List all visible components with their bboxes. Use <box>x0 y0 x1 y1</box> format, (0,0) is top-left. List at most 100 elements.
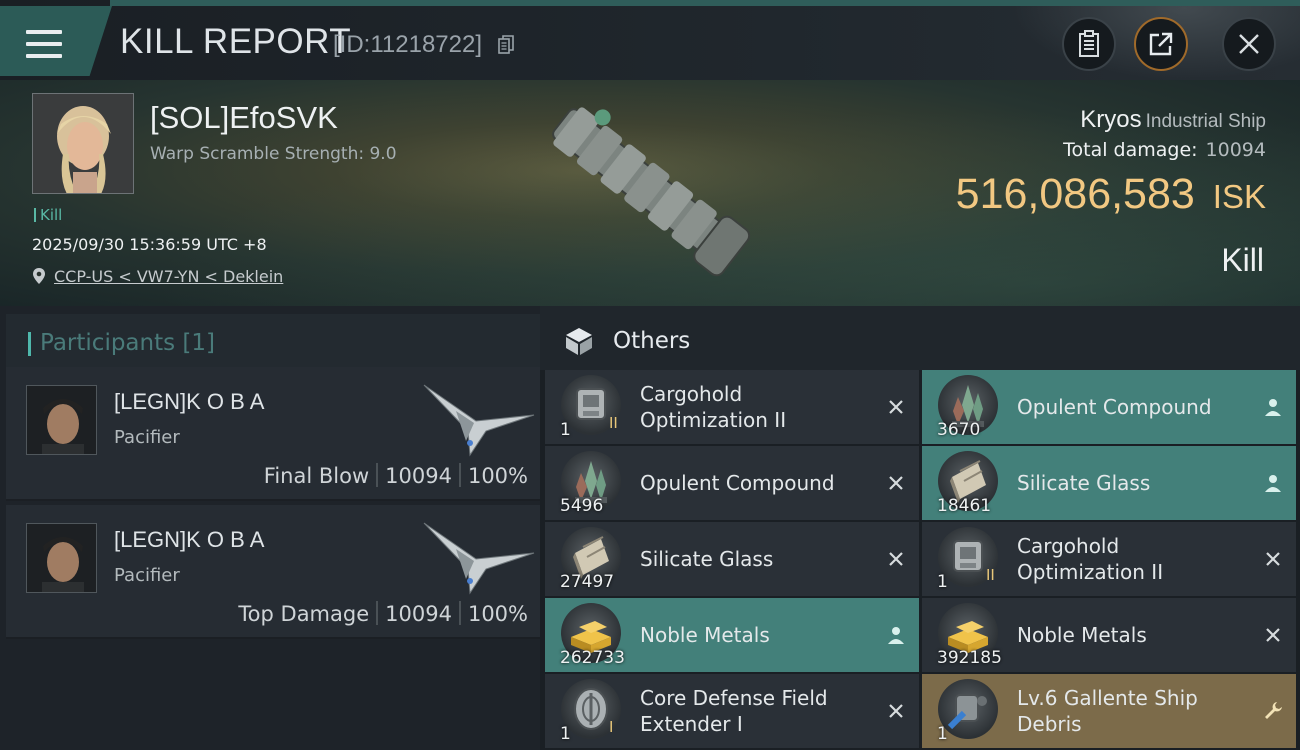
ship-name: Kryos <box>1080 106 1142 133</box>
item-meta-level: II <box>609 414 618 432</box>
participant-row[interactable]: [LEGN]K O B A Pacifier Final Blow 10094 10… <box>6 367 540 501</box>
participant-ship: Pacifier <box>114 565 180 586</box>
cube-icon <box>566 328 592 355</box>
kill-summary-banner: [SOL]EfoSVK Warp Scramble Strength: 9.0 … <box>0 80 1300 306</box>
participants-header[interactable]: Participants [1] <box>6 314 540 372</box>
close-icon <box>1239 34 1259 54</box>
report-id: [ID:11218722] <box>333 31 483 58</box>
destroyed-x-icon <box>885 472 907 494</box>
victim-name[interactable]: [SOL]EfoSVK <box>150 100 338 136</box>
total-damage-value: 10094 <box>1205 139 1266 161</box>
item-name: Opulent Compound <box>1017 395 1212 419</box>
location-pin-icon <box>33 268 45 284</box>
destroyed-x-icon <box>885 396 907 418</box>
close-button[interactable] <box>1222 17 1276 71</box>
participant-stats: Final Blow 10094 100% <box>264 463 528 488</box>
item-quantity: 27497 <box>560 572 615 592</box>
item-meta-level: II <box>986 566 995 584</box>
item-name: Lv.6 Gallente Ship Debris <box>1017 686 1198 736</box>
participant-row[interactable]: [LEGN]K O B A Pacifier Top Damage 10094 10… <box>6 505 540 639</box>
loot-item[interactable]: 1 II Cargohold Optimization II <box>922 522 1296 596</box>
loot-item[interactable]: 1 II Cargohold Optimization II <box>545 370 919 444</box>
clipboard-button[interactable] <box>1062 17 1116 71</box>
page-title: KILL REPORT <box>120 22 352 61</box>
person-icon <box>885 624 907 646</box>
participant-role: Final Blow <box>263 464 370 488</box>
hamburger-icon <box>26 30 62 58</box>
isk-amount: 516,086,583 <box>955 170 1195 218</box>
item-quantity: 262733 <box>560 648 625 668</box>
others-panel: Others 1 II Cargohold Optimization II 3670 O… <box>540 306 1300 750</box>
participant-name[interactable]: [LEGN]K O B A <box>114 527 264 553</box>
kill-datetime: 2025/09/30 15:36:59 UTC +8 <box>32 235 267 254</box>
pacifier-ship-icon <box>423 522 535 595</box>
kill-result: Kill <box>1221 242 1264 278</box>
person-icon <box>1262 396 1284 418</box>
others-label: Others <box>613 328 691 354</box>
participant-damage: 10094 <box>385 602 452 626</box>
participant-stats: Top Damage 10094 100% <box>238 601 528 626</box>
kill-tag: Kill <box>34 206 62 224</box>
loot-item[interactable]: 3670 Opulent Compound <box>922 370 1296 444</box>
item-quantity: 18461 <box>937 496 992 516</box>
destroyed-x-icon <box>1262 624 1284 646</box>
loot-item[interactable]: 262733 Noble Metals <box>545 598 919 672</box>
participant-name[interactable]: [LEGN]K O B A <box>114 389 264 415</box>
victim-ship-render <box>552 107 751 277</box>
item-quantity: 392185 <box>937 648 1002 668</box>
copy-icon[interactable] <box>498 35 514 55</box>
person-icon <box>1262 472 1284 494</box>
kill-location-link[interactable]: CCP-US < VW7-YN < Deklein <box>54 267 283 286</box>
item-quantity: 1 <box>937 724 948 744</box>
share-icon <box>1149 32 1173 56</box>
item-name: Cargohold Optimization II <box>640 382 787 432</box>
victim-avatar <box>33 94 133 193</box>
destroyed-x-icon <box>885 700 907 722</box>
loot-item[interactable]: 18461 Silicate Glass <box>922 446 1296 520</box>
loot-item[interactable]: 392185 Noble Metals <box>922 598 1296 672</box>
loot-item[interactable]: 5496 Opulent Compound <box>545 446 919 520</box>
item-quantity: 5496 <box>560 496 604 516</box>
destroyed-x-icon <box>885 548 907 570</box>
item-name: Cargohold Optimization II <box>1017 534 1164 584</box>
item-meta-level: I <box>609 718 614 736</box>
participant-role: Top Damage <box>238 602 370 626</box>
participants-panel: Participants [1] [LEGN]K O B A Pacifier … <box>0 306 540 750</box>
item-name: Opulent Compound <box>640 471 835 495</box>
participant-damage: 10094 <box>385 464 452 488</box>
victim-ship[interactable]: Kryos Industrial Ship <box>1080 106 1266 134</box>
item-quantity: 3670 <box>937 420 981 440</box>
wrench-icon <box>1262 700 1284 722</box>
others-header: Others <box>540 306 1300 370</box>
header-accent-line <box>110 0 1300 6</box>
item-name: Noble Metals <box>1017 623 1147 647</box>
participant-avatar <box>26 523 97 593</box>
participants-label: Participants [1] <box>40 330 215 356</box>
menu-button[interactable] <box>0 6 112 76</box>
item-name: Silicate Glass <box>1017 471 1151 495</box>
isk-unit: ISK <box>1212 178 1266 215</box>
item-quantity: 1 <box>560 420 571 440</box>
loot-item[interactable]: 1 I Core Defense Field Extender I <box>545 674 919 748</box>
isk-value: 516,086,583 ISK <box>956 170 1266 219</box>
warp-scramble-strength: Warp Scramble Strength: 9.0 <box>150 144 397 164</box>
ship-class: Industrial Ship <box>1145 111 1266 132</box>
kill-report-screen: KILL REPORT [ID:11218722] [SOL]EfoSVK Wa… <box>0 0 1300 750</box>
loot-item[interactable]: 27497 Silicate Glass <box>545 522 919 596</box>
clipboard-icon <box>1079 30 1099 57</box>
victim-portrait[interactable] <box>32 93 134 194</box>
item-name: Noble Metals <box>640 623 770 647</box>
total-damage: Total damage: 10094 <box>1063 139 1266 161</box>
item-quantity: 1 <box>560 724 571 744</box>
participant-percent: 100% <box>467 602 528 626</box>
header-bar: KILL REPORT [ID:11218722] <box>0 0 1300 80</box>
item-name: Silicate Glass <box>640 547 774 571</box>
loot-item[interactable]: 1 Lv.6 Gallente Ship Debris <box>922 674 1296 748</box>
item-quantity: 1 <box>937 572 948 592</box>
share-button[interactable] <box>1134 17 1188 71</box>
total-damage-label: Total damage: <box>1063 139 1198 161</box>
participant-percent: 100% <box>467 464 528 488</box>
destroyed-x-icon <box>1262 548 1284 570</box>
item-name: Core Defense Field Extender I <box>640 686 828 736</box>
participant-avatar <box>26 385 97 455</box>
